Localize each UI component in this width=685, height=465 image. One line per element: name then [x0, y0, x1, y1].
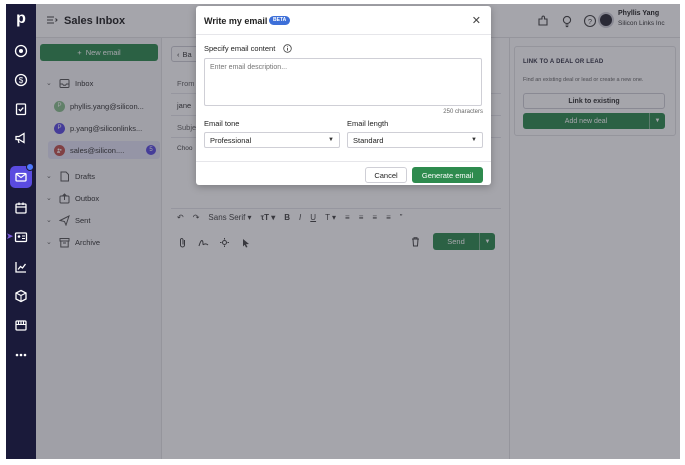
close-icon[interactable]: ✕ [472, 14, 481, 27]
length-value: Standard [353, 135, 384, 145]
store-icon[interactable] [10, 314, 32, 336]
mail-notification-badge [26, 163, 34, 171]
dialog-footer: Cancel Generate email [196, 161, 491, 185]
megaphone-icon[interactable] [10, 127, 32, 149]
cancel-button[interactable]: Cancel [365, 167, 407, 183]
dialog-header: Write my email BETA ✕ [196, 6, 491, 35]
write-email-dialog: Write my email BETA ✕ Specify email cont… [196, 6, 491, 185]
length-label: Email length [347, 119, 389, 128]
mail-icon[interactable] [10, 163, 34, 188]
email-tone-select[interactable]: Professional ▼ [204, 132, 340, 148]
chart-icon[interactable] [10, 256, 32, 278]
arrow-right-icon: ➤ [6, 231, 14, 241]
app-window: p $ Sales Inbox ? Phyllis Yang Silicon L… [6, 4, 680, 459]
dialog-title: Write my email [204, 16, 268, 26]
box-icon[interactable] [10, 285, 32, 307]
beta-badge: BETA [269, 16, 291, 25]
info-icon[interactable] [283, 44, 292, 53]
content-label: Specify email content [204, 44, 276, 53]
tone-label: Email tone [204, 119, 240, 128]
caret-down-icon: ▼ [471, 137, 477, 143]
generate-email-button[interactable]: Generate email [412, 167, 483, 183]
tasks-icon[interactable] [10, 98, 32, 120]
calendar-icon[interactable] [10, 197, 32, 219]
dollar-icon[interactable]: $ [10, 69, 32, 91]
tone-value: Professional [210, 135, 252, 145]
caret-down-icon: ▼ [328, 137, 334, 143]
target-icon[interactable] [10, 40, 32, 62]
svg-text:$: $ [19, 76, 24, 85]
email-description-input[interactable] [204, 58, 482, 106]
app-logo[interactable]: p [6, 10, 36, 28]
character-counter: 250 characters [443, 109, 483, 115]
more-icon[interactable] [10, 344, 32, 366]
email-length-select[interactable]: Standard ▼ [347, 132, 483, 148]
